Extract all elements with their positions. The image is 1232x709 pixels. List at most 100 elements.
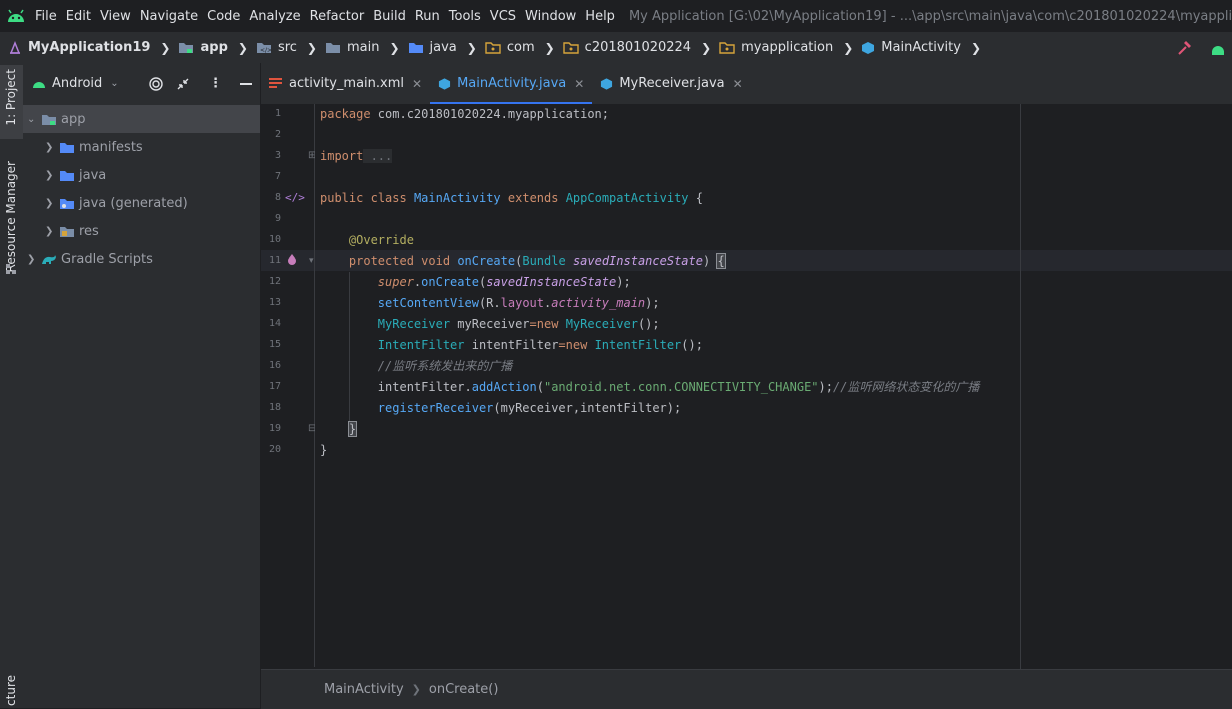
android-studio-logo-icon (6, 0, 26, 32)
menu-refactor[interactable]: Refactor (310, 9, 365, 24)
class-icon (861, 41, 875, 55)
code-editor[interactable]: package com.c201801020224.myapplication;… (315, 104, 1232, 667)
chevron-right-icon: ❯ (45, 225, 54, 237)
chevron-down-icon[interactable]: ⌄ (110, 78, 118, 89)
breadcrumb-class[interactable]: MainActivity (324, 682, 404, 697)
code-line-20: } (320, 443, 328, 457)
class-icon (438, 77, 451, 91)
menu-file[interactable]: File (35, 9, 57, 24)
code-line-16: //监听系统发出来的广播 (377, 359, 513, 373)
chevron-right-icon: ❯ (27, 253, 36, 265)
project-tab-label[interactable]: 1: Project (4, 69, 18, 126)
tab-label: MyReceiver.java (619, 76, 725, 91)
editor-tabs: activity_main.xml ✕ MainActivity.java ✕ … (261, 63, 1232, 105)
breadcrumb-app[interactable]: app (178, 40, 228, 55)
code-line-15: IntentFilter intentFilter=new IntentFilt… (377, 338, 703, 352)
navigation-bar: MyApplication19 ❯ app ❯ </> src ❯ main ❯… (0, 32, 1232, 63)
line-number: 17 (268, 381, 281, 392)
menu-edit[interactable]: Edit (66, 9, 91, 24)
line-number: 1 (274, 108, 281, 119)
close-icon[interactable]: ✕ (733, 77, 743, 91)
package-icon (485, 41, 501, 54)
tree-item-app[interactable]: ⌄ app (23, 105, 260, 133)
line-number: 14 (268, 318, 281, 329)
svg-text:</>: </> (260, 47, 272, 54)
code-line-11: protected void onCreate(Bundle savedInst… (348, 253, 726, 269)
menu-tools[interactable]: Tools (449, 9, 481, 24)
chevron-right-icon: ❯ (411, 683, 421, 696)
line-number: 12 (268, 276, 281, 287)
view-selector[interactable]: Android (52, 76, 102, 91)
fold-marker-icon[interactable]: ▾ (309, 256, 314, 266)
module-folder-icon (178, 41, 194, 54)
tree-item-java[interactable]: ❯ java (23, 161, 260, 189)
breadcrumb-c201801020224[interactable]: c201801020224 (562, 40, 691, 55)
tree-item-gradle-scripts[interactable]: ❯ Gradle Scripts (23, 245, 260, 273)
line-number: 15 (268, 339, 281, 350)
close-icon[interactable]: ✕ (574, 77, 584, 91)
breadcrumb-mainactivity[interactable]: MainActivity (861, 40, 961, 55)
tab-myreceiver-java[interactable]: MyReceiver.java ✕ (592, 63, 750, 104)
menu-code[interactable]: Code (207, 9, 240, 24)
structure-tab[interactable]: cture (4, 675, 18, 706)
breadcrumb-myapplication[interactable]: myapplication (719, 40, 833, 55)
chevron-right-icon: ❯ (389, 40, 400, 55)
package-icon (562, 41, 579, 54)
tree-item-manifests[interactable]: ❯ manifests (23, 133, 260, 161)
breadcrumb-com[interactable]: com (485, 40, 535, 55)
chevron-right-icon: ❯ (306, 40, 317, 55)
package-icon (719, 41, 735, 54)
code-line-10: @Override (348, 233, 414, 247)
code-class-marker-icon[interactable]: </> (285, 191, 305, 204)
tab-mainactivity-java[interactable]: MainActivity.java ✕ (430, 63, 593, 105)
line-number: 13 (268, 297, 281, 308)
chevron-right-icon: ❯ (45, 169, 54, 181)
tree-item-res[interactable]: ❯ res (23, 217, 260, 245)
resource-manager-tab[interactable]: Resource Manager (4, 161, 18, 272)
code-line-13: setContentView(R.layout.activity_main); (377, 296, 660, 310)
menu-vcs[interactable]: VCS (490, 9, 516, 24)
line-number: 10 (268, 234, 281, 245)
tree-item-java-generated[interactable]: ❯ java (generated) (23, 189, 260, 217)
override-marker-icon[interactable] (286, 254, 298, 266)
line-number: 7 (274, 171, 281, 182)
resources-folder-icon (59, 225, 75, 238)
chevron-right-icon: ❯ (970, 40, 981, 55)
menu-run[interactable]: Run (415, 9, 440, 24)
tab-label: activity_main.xml (289, 76, 405, 91)
build-hammer-icon[interactable] (1176, 40, 1192, 56)
code-line-8: public class MainActivity extends AppCom… (320, 191, 703, 205)
chevron-right-icon: ❯ (160, 40, 171, 55)
more-options-icon[interactable]: ⋮ (209, 76, 222, 91)
line-number: 8 (274, 192, 281, 203)
tab-activity-main-xml[interactable]: activity_main.xml ✕ (261, 63, 430, 104)
window-title: My Application [G:\02\MyApplication19] -… (628, 8, 1232, 24)
line-number: 3 (274, 150, 281, 161)
breadcrumb-method[interactable]: onCreate() (429, 682, 499, 697)
chevron-right-icon: ❯ (843, 40, 854, 55)
hide-panel-icon[interactable] (240, 82, 252, 85)
code-line-14: MyReceiver myReceiver=new MyReceiver(); (377, 317, 660, 331)
menu-window[interactable]: Window (525, 9, 576, 24)
menu-navigate[interactable]: Navigate (140, 9, 198, 24)
menu-build[interactable]: Build (373, 9, 406, 24)
android-device-icon[interactable] (1210, 40, 1226, 56)
left-tool-strip: 1: Project Resource Manager cture (0, 63, 24, 708)
breadcrumb-project[interactable]: MyApplication19 (8, 40, 150, 55)
breadcrumb-main[interactable]: main (325, 40, 379, 55)
menu-help[interactable]: Help (585, 9, 615, 24)
breadcrumb-src[interactable]: </> src (256, 40, 297, 55)
source-root-folder-icon (408, 41, 424, 54)
line-number: 11 (268, 255, 281, 266)
breadcrumb-java[interactable]: java (408, 40, 457, 55)
line-number: 9 (274, 213, 281, 224)
locate-file-icon[interactable] (149, 76, 163, 91)
tree-label: app (61, 111, 86, 127)
resource-manager-icon (5, 263, 17, 279)
menu-analyze[interactable]: Analyze (249, 9, 300, 24)
code-line-1: package com.c201801020224.myapplication; (320, 107, 609, 121)
collapse-all-icon[interactable] (177, 78, 189, 90)
menu-view[interactable]: View (100, 9, 131, 24)
close-icon[interactable]: ✕ (412, 77, 422, 91)
chevron-right-icon: ❯ (701, 40, 712, 55)
